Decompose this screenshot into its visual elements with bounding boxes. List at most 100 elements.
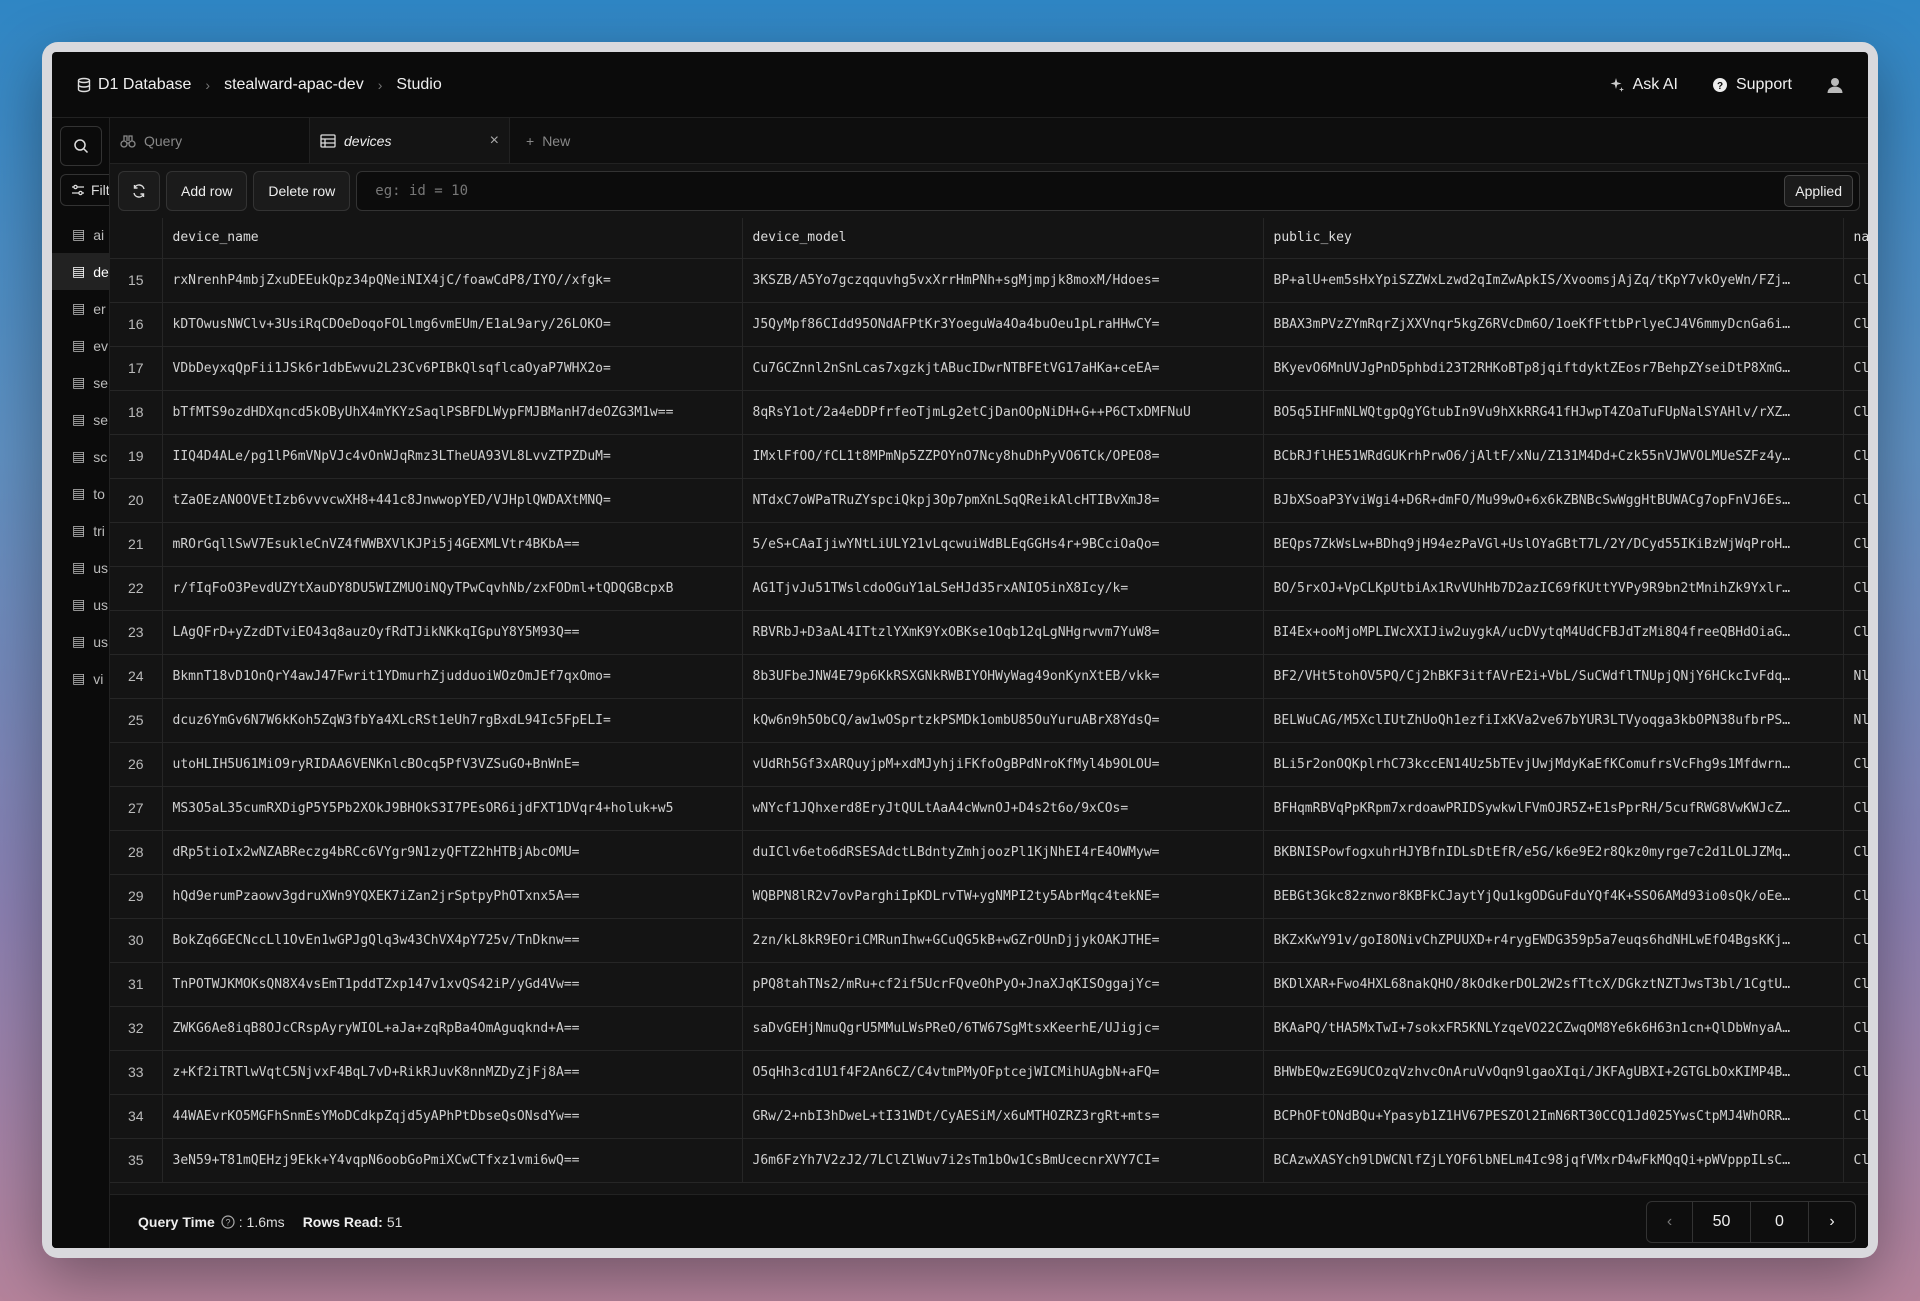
cell-device-model[interactable]: 3KSZB/A5Yo7gczqquvhg5vxXrrHmPNh+sgMjmpjk… <box>742 258 1264 303</box>
table-row[interactable]: 15 rxNrenhP4mbjZxuDEEukQpz34pQNeiNIX4jC/f… <box>110 258 1868 303</box>
cell-na[interactable]: Cl <box>1843 346 1868 391</box>
cell-public-key[interactable]: BO5q5IHFmNLWQtgpQgYGtubIn9Vu9hXkRRG41fHJ… <box>1263 390 1844 435</box>
row-number[interactable]: 35 <box>110 1138 163 1183</box>
row-number[interactable]: 16 <box>110 302 163 347</box>
cell-public-key[interactable]: BI4Ex+ooMjoMPLIWcXXIJiw2uygkA/ucDVytqM4U… <box>1263 610 1844 655</box>
cell-public-key[interactable]: BKZxKwY91v/goI8ONivChZPUUXD+r4rygEWDG359… <box>1263 918 1844 963</box>
cell-public-key[interactable]: BCPhOFtONdBQu+Ypasyb1Z1HV67PESZOl2ImN6RT… <box>1263 1094 1844 1139</box>
cell-public-key[interactable]: BEBGt3Gkc82znwor8KBFkCJaytYjQu1kgODGuFdu… <box>1263 874 1844 919</box>
cell-na[interactable]: Cl <box>1843 874 1868 919</box>
cell-na[interactable]: Cl <box>1843 610 1868 655</box>
row-number[interactable]: 18 <box>110 390 163 435</box>
cell-device-name[interactable]: 3eN59+T81mQEHzj9Ekk+Y4vqpN6oobGoPmiXCwCT… <box>162 1138 743 1183</box>
cell-public-key[interactable]: BKBNISPowfogxuhrHJYBfnIDLsDtEfR/e5G/k6e9… <box>1263 830 1844 875</box>
row-number[interactable]: 24 <box>110 654 163 699</box>
table-row[interactable]: 29 hQd9erumPzaowv3gdruXWn9YQXEK7iZan2jrSp… <box>110 874 1868 919</box>
row-number[interactable]: 15 <box>110 258 163 303</box>
tab-query[interactable]: Query <box>110 118 310 163</box>
cell-public-key[interactable]: BP+alU+em5sHxYpiSZZWxLzwd2qImZwApkIS/Xvo… <box>1263 258 1844 303</box>
row-number[interactable]: 23 <box>110 610 163 655</box>
table-row[interactable]: 24 BkmnT18vD1OnQrY4awJ47Fwrit1YDmurhZjudd… <box>110 654 1868 699</box>
sidebar-item[interactable]: ▤ us <box>52 586 109 623</box>
row-number[interactable]: 28 <box>110 830 163 875</box>
cell-device-model[interactable]: J6m6FzYh7V2zJ2/7LClZlWuv7i2sTm1bOw1CsBmU… <box>742 1138 1264 1183</box>
cell-device-name[interactable]: tZaOEzANOOVEtIzb6vvvcwXH8+441c8JnwwopYED… <box>162 478 743 523</box>
row-number[interactable]: 29 <box>110 874 163 919</box>
cell-device-model[interactable]: J5QyMpf86CIdd95ONdAFPtKr3YoeguWa4Oa4buOe… <box>742 302 1264 347</box>
cell-na[interactable]: Cl <box>1843 1050 1868 1095</box>
help-circle-icon[interactable]: ? <box>221 1214 235 1229</box>
cell-device-model[interactable]: IMxlFfOO/fCL1t8MPmNp5ZZPOYnO7Ncy8huDhPyV… <box>742 434 1264 479</box>
cell-device-model[interactable]: saDvGEHjNmuQgrU5MMuLWsPReO/6TW67SgMtsxKe… <box>742 1006 1264 1051</box>
row-number[interactable]: 34 <box>110 1094 163 1139</box>
ask-ai-button[interactable]: Ask AI <box>1609 76 1678 94</box>
cell-device-name[interactable]: BkmnT18vD1OnQrY4awJ47Fwrit1YDmurhZjudduo… <box>162 654 743 699</box>
cell-device-model[interactable]: wNYcf1JQhxerd8EryJtQULtAaA4cWwnOJ+D4s2t6… <box>742 786 1264 831</box>
row-number[interactable]: 20 <box>110 478 163 523</box>
next-page-button[interactable]: › <box>1809 1202 1855 1242</box>
cell-public-key[interactable]: BEQps7ZkWsLw+BDhq9jH94ezPaVGl+UslOYaGBtT… <box>1263 522 1844 567</box>
cell-device-name[interactable]: utoHLIH5U61MiO9ryRIDAA6VENKnlcBOcq5PfV3V… <box>162 742 743 787</box>
cell-device-model[interactable]: 8b3UFbeJNW4E79p6KkRSXGNkRWBIYOHWyWag49on… <box>742 654 1264 699</box>
cell-public-key[interactable]: BBAX3mPVzZYmRqrZjXXVnqr5kgZ6RVcDm6O/1oeK… <box>1263 302 1844 347</box>
cell-device-name[interactable]: IIQ4D4ALe/pg1lP6mVNpVJc4vOnWJqRmz3LTheUA… <box>162 434 743 479</box>
cell-na[interactable]: Nl <box>1843 654 1868 699</box>
table-row[interactable]: 19 IIQ4D4ALe/pg1lP6mVNpVJc4vOnWJqRmz3LThe… <box>110 434 1868 479</box>
table-row[interactable]: 32 ZWKG6Ae8iqB8OJcCRspAyryWIOL+aJa+zqRpBa… <box>110 1006 1868 1051</box>
sidebar-item[interactable]: ▤ sc <box>52 438 109 475</box>
cell-device-model[interactable]: duIClv6eto6dRSESAdctLBdntyZmhjoozPl1KjNh… <box>742 830 1264 875</box>
cell-na[interactable]: Cl <box>1843 390 1868 435</box>
cell-device-model[interactable]: 8qRsY1ot/2a4eDDPfrfeoTjmLg2etCjDanOOpNiD… <box>742 390 1264 435</box>
close-icon[interactable]: × <box>490 132 499 150</box>
sidebar-item[interactable]: ▤ us <box>52 549 109 586</box>
table-row[interactable]: 18 bTfMTS9ozdHDXqncd5kOByUhX4mYKYzSaqlPSB… <box>110 390 1868 435</box>
cell-public-key[interactable]: BO/5rxOJ+VpCLKpUtbiAx1RvVUhHb7D2azIC69fK… <box>1263 566 1844 611</box>
add-row-button[interactable]: Add row <box>166 171 248 211</box>
sidebar-item[interactable]: ▤ to <box>52 475 109 512</box>
cell-public-key[interactable]: BFHqmRBVqPpKRpm7xrdoawPRIDSywkwlFVmOJR5Z… <box>1263 786 1844 831</box>
row-number[interactable]: 25 <box>110 698 163 743</box>
cell-device-model[interactable]: RBVRbJ+D3aAL4ITtzlYXmK9YxOBKse1Oqb12qLgN… <box>742 610 1264 655</box>
cell-na[interactable]: Cl <box>1843 962 1868 1007</box>
support-button[interactable]: ? Support <box>1712 76 1792 94</box>
cell-public-key[interactable]: BCbRJflHE51WRdGUKrhPrwO6/jAltF/xNu/Z131M… <box>1263 434 1844 479</box>
cell-device-name[interactable]: BokZq6GECNccLl1OvEn1wGPJgQlq3w43ChVX4pY7… <box>162 918 743 963</box>
sidebar-filter-button[interactable]: Filter <box>60 174 109 206</box>
table-row[interactable]: 23 LAgQFrD+yZzdDTviEO43q8auzOyfRdTJikNKkq… <box>110 610 1868 655</box>
cell-device-name[interactable]: VDbDeyxqQpFii1JSk6r1dbEwvu2L23Cv6PIBkQls… <box>162 346 743 391</box>
cell-device-model[interactable]: AG1TjvJu51TWslcdoOGuY1aLSeHJd35rxANIO5in… <box>742 566 1264 611</box>
delete-row-button[interactable]: Delete row <box>253 171 351 211</box>
cell-public-key[interactable]: BF2/VHt5tohOV5PQ/Cj2hBKF3itfAVrE2i+VbL/S… <box>1263 654 1844 699</box>
cell-device-name[interactable]: bTfMTS9ozdHDXqncd5kOByUhX4mYKYzSaqlPSBFD… <box>162 390 743 435</box>
cell-na[interactable]: Cl <box>1843 1138 1868 1183</box>
cell-public-key[interactable]: BKAaPQ/tHA5MxTwI+7sokxFR5KNLYzqeVO22CZwq… <box>1263 1006 1844 1051</box>
sidebar-item[interactable]: ▤ ai <box>52 216 109 253</box>
table-row[interactable]: 33 z+Kf2iTRTlwVqtC5NjvxF4BqL7vD+RikRJuvK8… <box>110 1050 1868 1095</box>
row-number[interactable]: 17 <box>110 346 163 391</box>
table-row[interactable]: 35 3eN59+T81mQEHzj9Ekk+Y4vqpN6oobGoPmiXCw… <box>110 1138 1868 1183</box>
row-number[interactable]: 31 <box>110 962 163 1007</box>
cell-public-key[interactable]: BLi5r2onOQKplrhC73kccEN14Uz5bTEvjUwjMdyK… <box>1263 742 1844 787</box>
cell-na[interactable]: Cl <box>1843 742 1868 787</box>
column-header-device-name[interactable]: device_name <box>162 218 743 259</box>
cell-public-key[interactable]: BELWuCAG/M5XclIUtZhUoQh1ezfiIxKVa2ve67bY… <box>1263 698 1844 743</box>
column-header-public-key[interactable]: public_key <box>1263 218 1844 259</box>
cell-public-key[interactable]: BHWbEQwzEG9UCOzqVzhvcOnAruVvOqn9lgaoXIqi… <box>1263 1050 1844 1095</box>
table-row[interactable]: 17 VDbDeyxqQpFii1JSk6r1dbEwvu2L23Cv6PIBkQ… <box>110 346 1868 391</box>
cell-device-model[interactable]: NTdxC7oWPaTRuZYspciQkpj3Op7pmXnLSqQReikA… <box>742 478 1264 523</box>
cell-device-name[interactable]: MS3O5aL35cumRXDigP5Y5Pb2XOkJ9BHOkS3I7PEs… <box>162 786 743 831</box>
table-row[interactable]: 21 mROrGqllSwV7EsukleCnVZ4fWWBXVlKJPi5j4G… <box>110 522 1868 567</box>
column-header-device-model[interactable]: device_model <box>742 218 1264 259</box>
cell-device-model[interactable]: 5/eS+CAaIjiwYNtLiULY21vLqcwuiWdBLEqGGHs4… <box>742 522 1264 567</box>
sidebar-item[interactable]: ▤ se <box>52 401 109 438</box>
table-row[interactable]: 25 dcuz6YmGv6N7W6kKoh5ZqW3fbYa4XLcRSt1eUh… <box>110 698 1868 743</box>
applied-button[interactable]: Applied <box>1784 175 1853 207</box>
column-header-na[interactable]: na <box>1843 218 1868 259</box>
tab-devices[interactable]: devices × <box>310 118 510 163</box>
table-row[interactable]: 16 kDTOwusNWClv+3UsiRqCDOeDoqoFOLlmg6vmEU… <box>110 302 1868 347</box>
cell-na[interactable]: Cl <box>1843 830 1868 875</box>
cell-public-key[interactable]: BKyevO6MnUVJgPnD5phbdi23T2RHKoBTp8jqiftd… <box>1263 346 1844 391</box>
cell-na[interactable]: Cl <box>1843 302 1868 347</box>
cell-na[interactable]: Cl <box>1843 1094 1868 1139</box>
sidebar-item-devices[interactable]: ▤ devices <box>52 253 109 290</box>
